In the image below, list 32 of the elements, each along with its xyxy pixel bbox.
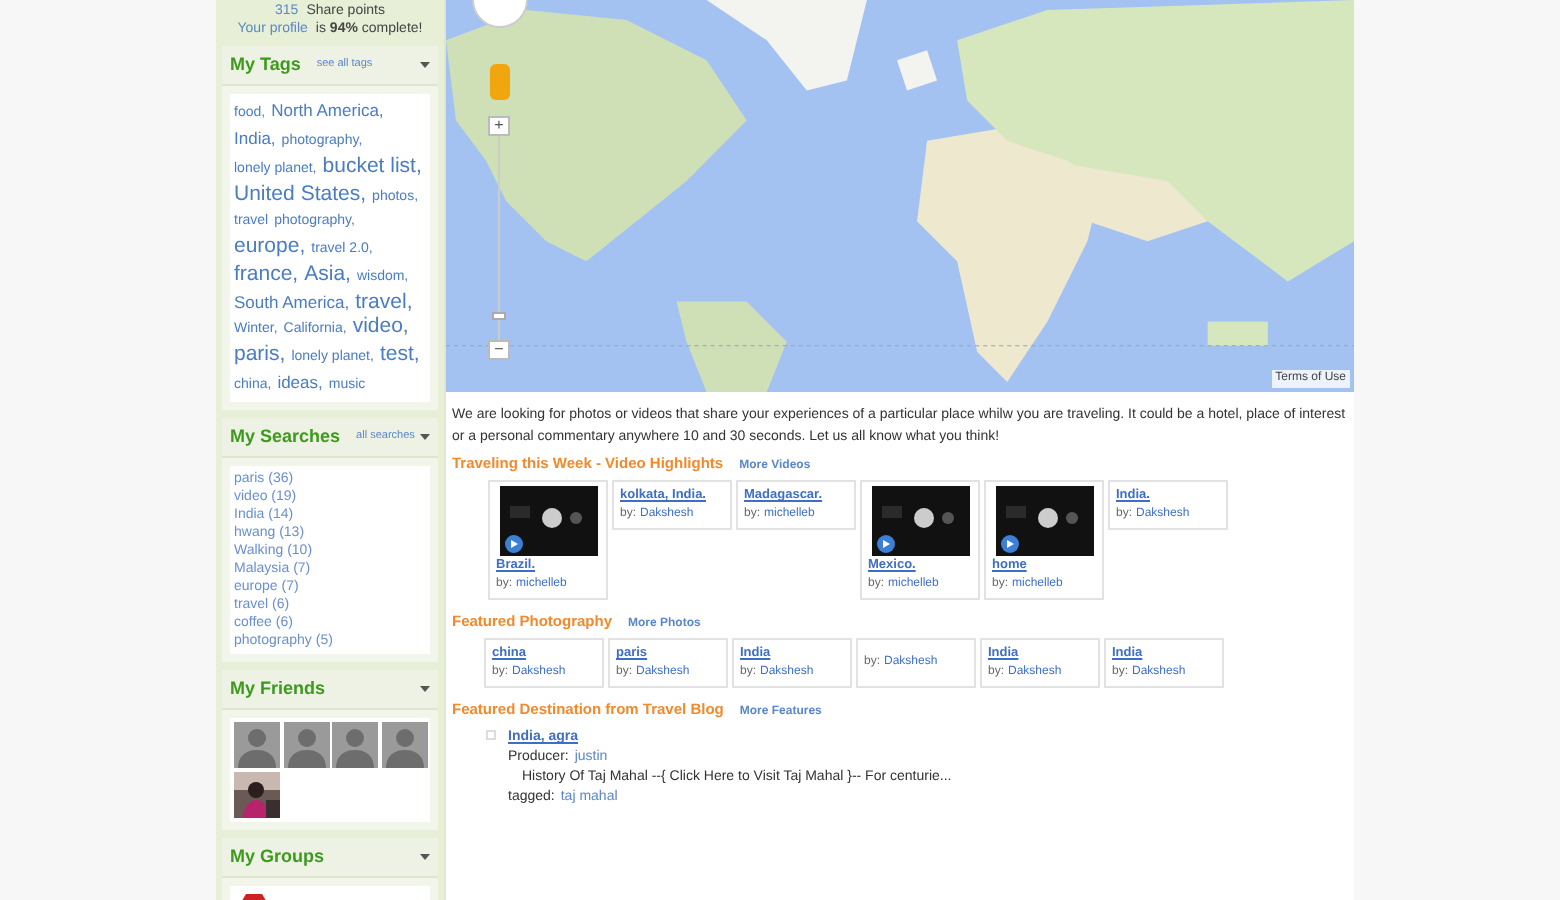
tag-link[interactable]: South America, — [234, 290, 350, 314]
collapse-icon[interactable] — [420, 685, 430, 693]
video-thumbnail[interactable] — [499, 486, 597, 556]
tag-link[interactable]: europe, — [234, 234, 306, 258]
tag-link[interactable]: India, — [234, 126, 276, 150]
tag-link[interactable]: bucket list, — [322, 154, 422, 178]
video-thumbnail[interactable] — [871, 486, 969, 556]
tag-link[interactable]: travel, — [355, 290, 413, 314]
tag-link[interactable]: States, — [300, 182, 367, 206]
panel-title: My Tags — [230, 51, 301, 78]
zoom-slider[interactable] — [492, 136, 506, 340]
thumbnail-placeholder — [486, 730, 496, 740]
collapse-icon[interactable] — [420, 61, 430, 69]
tag-link[interactable]: Asia, — [304, 262, 351, 286]
zoom-in-button[interactable]: + — [488, 116, 510, 136]
tag-link[interactable]: ideas, — [277, 370, 323, 394]
tag-link[interactable]: paris, — [234, 342, 286, 366]
collapse-icon[interactable] — [420, 433, 430, 441]
tag-link[interactable]: United — [234, 182, 295, 206]
tag-link[interactable]: video, — [352, 314, 409, 338]
panel-title: My Friends — [230, 675, 326, 702]
avatar-icon[interactable] — [283, 722, 329, 768]
collapse-icon[interactable] — [420, 853, 430, 861]
zoom-thumb[interactable] — [492, 311, 506, 320]
video-thumbnail[interactable] — [995, 486, 1093, 556]
tag-link[interactable]: North America, — [271, 98, 384, 122]
zoom-out-button[interactable]: − — [488, 340, 510, 360]
tag-link[interactable]: france, — [234, 262, 299, 286]
avatar-icon[interactable] — [381, 722, 427, 768]
tag-link[interactable]: test, — [379, 342, 420, 366]
panel-title: My Searches — [230, 423, 341, 450]
panel-title: My Groups — [230, 843, 325, 870]
